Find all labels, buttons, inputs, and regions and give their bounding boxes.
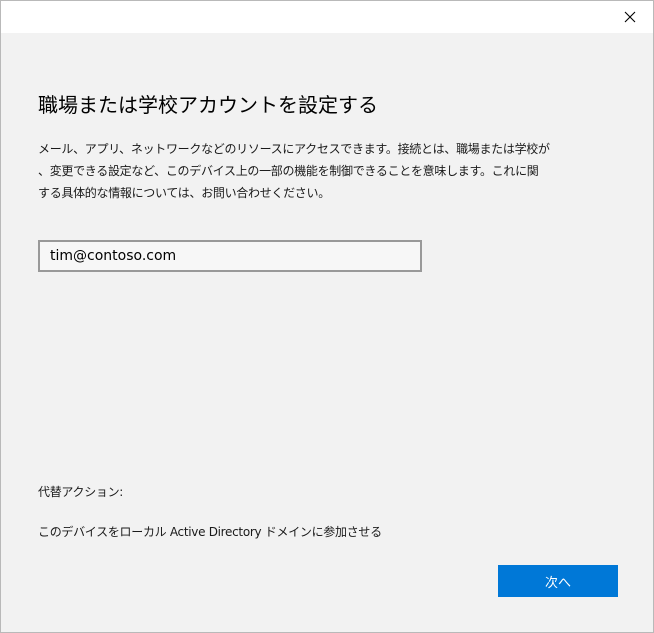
- alternate-actions-label: 代替アクション:: [38, 485, 124, 499]
- description-line-2: 、変更できる設定など、このデバイス上の一部の機能を制御できることを意味します。こ…: [38, 164, 539, 178]
- dialog-window: 職場または学校アカウントを設定する メール、アプリ、ネットワークなどのリソースに…: [0, 0, 654, 633]
- email-field[interactable]: [38, 240, 422, 272]
- page-title: 職場または学校アカウントを設定する: [38, 93, 378, 117]
- description-line-1: メール、アプリ、ネットワークなどのリソースにアクセスできます。接続とは、職場また…: [38, 142, 550, 156]
- close-button[interactable]: [607, 1, 653, 33]
- close-icon: [624, 11, 636, 23]
- next-button[interactable]: 次へ: [498, 565, 618, 597]
- description-text: メール、アプリ、ネットワークなどのリソースにアクセスできます。接続とは、職場また…: [38, 138, 558, 204]
- title-bar: [1, 1, 653, 33]
- description-line-3: する具体的な情報については、お問い合わせください。: [38, 186, 330, 200]
- join-ad-domain-link[interactable]: このデバイスをローカル Active Directory ドメインに参加させる: [38, 523, 382, 540]
